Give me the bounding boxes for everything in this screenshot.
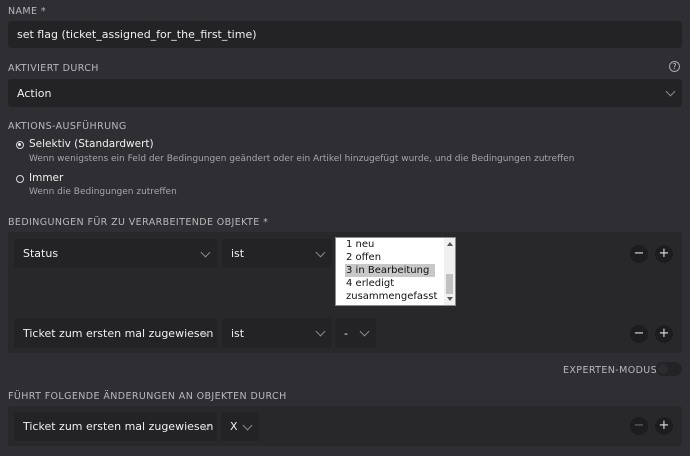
condition-operator-select[interactable]: ist	[222, 239, 332, 268]
remove-change-button[interactable]: −	[630, 417, 648, 435]
remove-condition-button-2[interactable]: −	[630, 325, 648, 343]
activated-by-select[interactable]: Action	[8, 79, 682, 107]
chevron-down-icon	[315, 326, 326, 337]
scroll-down-icon[interactable]	[447, 297, 453, 301]
expert-mode-label: EXPERTEN-MODUS	[563, 365, 658, 376]
execution-label: AKTIONS-AUSFÜHRUNG	[8, 121, 127, 132]
condition-attribute-select-2[interactable]: Ticket zum ersten mal zugewiesen	[14, 318, 217, 348]
radio-immer[interactable]	[16, 175, 24, 183]
condition-attribute-value: Status	[23, 247, 59, 260]
remove-condition-button[interactable]: −	[630, 245, 648, 263]
list-item-selected[interactable]: 3 in Bearbeitung	[345, 264, 435, 277]
expert-mode-toggle[interactable]	[656, 362, 682, 376]
changes-label: FÜHRT FOLGENDE ÄNDERUNGEN AN OBJEKTEN DU…	[8, 391, 287, 402]
change-value: X	[230, 420, 238, 433]
activated-by-label: AKTIVIERT DURCH	[8, 63, 99, 74]
chevron-down-icon	[200, 247, 211, 257]
list-item[interactable]: zusammengefasst	[336, 290, 455, 303]
radio-immer-desc: Wenn die Bedingungen zutreffen	[29, 187, 177, 197]
add-change-button[interactable]: +	[655, 417, 673, 435]
add-condition-button[interactable]: +	[655, 245, 673, 263]
name-label: NAME *	[8, 6, 46, 17]
name-input-value: set flag (ticket_assigned_for_the_first_…	[17, 28, 257, 41]
conditions-label: BEDINGUNGEN FÜR ZU VERARBEITENDE OBJEKTE…	[8, 217, 269, 228]
chevron-down-icon	[242, 420, 253, 430]
chevron-down-icon	[359, 326, 370, 337]
condition-value-2: -	[344, 326, 348, 340]
list-item[interactable]: 4 erledigt	[336, 277, 455, 290]
activated-by-value: Action	[17, 86, 52, 100]
condition-operator-value-2: ist	[231, 326, 245, 340]
condition-attribute-select[interactable]: Status	[14, 239, 217, 268]
radio-immer-title[interactable]: Immer	[29, 172, 63, 184]
radio-selektiv[interactable]	[16, 141, 24, 149]
scrollbar-thumb[interactable]	[446, 274, 453, 294]
add-condition-button-2[interactable]: +	[655, 325, 673, 343]
list-item[interactable]: 2 offen	[336, 251, 455, 264]
condition-attribute-value-2: Ticket zum ersten mal zugewiesen	[23, 326, 214, 340]
condition-operator-value: ist	[231, 247, 245, 260]
list-item[interactable]: 1 neu	[336, 238, 455, 251]
scroll-up-icon[interactable]	[447, 242, 453, 246]
radio-selektiv-title[interactable]: Selektiv (Standardwert)	[29, 138, 154, 150]
chevron-down-icon	[315, 247, 326, 257]
chevron-down-icon	[665, 86, 676, 97]
condition-value-select-2[interactable]: -	[335, 318, 376, 348]
condition-value-listbox[interactable]: 1 neu 2 offen 3 in Bearbeitung 4 erledig…	[335, 237, 456, 306]
condition-operator-select-2[interactable]: ist	[222, 318, 332, 348]
name-input[interactable]: set flag (ticket_assigned_for_the_first_…	[8, 21, 682, 48]
change-attribute-select[interactable]: Ticket zum ersten mal zugewiesen	[14, 412, 217, 441]
change-attribute-value: Ticket zum ersten mal zugewiesen	[23, 420, 214, 433]
listbox-scrollbar[interactable]	[444, 238, 455, 305]
radio-selektiv-desc: Wenn wenigstens ein Feld der Bedingungen…	[29, 154, 575, 164]
change-value-select[interactable]: X	[221, 412, 259, 441]
help-icon[interactable]: ?	[669, 61, 680, 72]
